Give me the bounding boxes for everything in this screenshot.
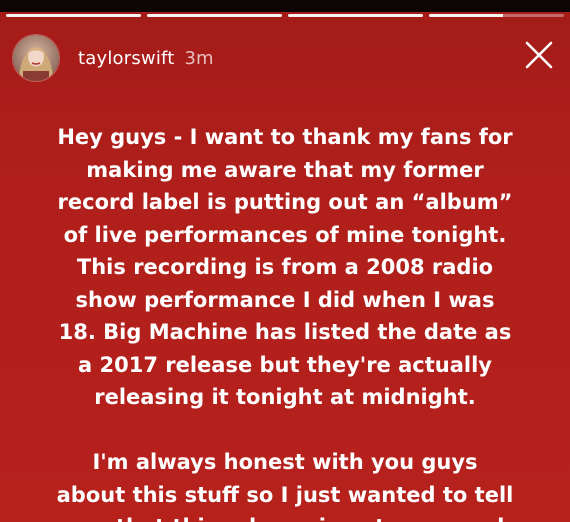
story-paragraph-1: Hey guys - I want to thank my fans for m… <box>20 121 550 414</box>
story-progress-bar <box>6 14 564 17</box>
progress-segment-3 <box>288 14 423 17</box>
progress-segment-2 <box>147 14 282 17</box>
profile-avatar-icon <box>13 35 59 81</box>
story-line: of live performances of mine tonight. <box>63 222 507 247</box>
story-line: record label is putting out an “album” <box>57 190 513 214</box>
story-line: I'm always honest with you guys <box>92 450 478 474</box>
story-line: releasing it tonight at midnight. <box>94 385 476 409</box>
story-line: about this stuff so I just wanted to tel… <box>56 482 514 507</box>
progress-segment-4 <box>429 14 564 17</box>
avatar[interactable] <box>12 34 60 82</box>
story-text: Hey guys - I want to thank my fans for m… <box>20 121 550 522</box>
story-line: making me aware that my former <box>86 157 484 182</box>
username[interactable]: taylorswift <box>78 48 175 69</box>
story-line: Hey guys - I want to thank my fans for <box>57 125 513 149</box>
close-button[interactable] <box>524 40 554 70</box>
story-line: you that this release is not approved <box>20 511 550 522</box>
story-paragraph-2: I'm always honest with you guys about th… <box>20 446 550 522</box>
story-line: This recording is from a 2008 radio <box>76 255 494 279</box>
story-line: show performance I did when I was <box>75 287 495 312</box>
post-time: 3m <box>184 47 214 69</box>
close-icon <box>525 41 553 69</box>
story-line: 18. Big Machine has listed the date as <box>58 320 512 344</box>
story-viewer[interactable]: taylorswift 3m Hey guys - I want to than… <box>0 0 570 522</box>
story-header: taylorswift 3m <box>12 34 214 82</box>
story-line: a 2017 release but they're actually <box>78 352 492 377</box>
progress-segment-1 <box>6 14 141 17</box>
status-bar-area <box>0 0 570 12</box>
